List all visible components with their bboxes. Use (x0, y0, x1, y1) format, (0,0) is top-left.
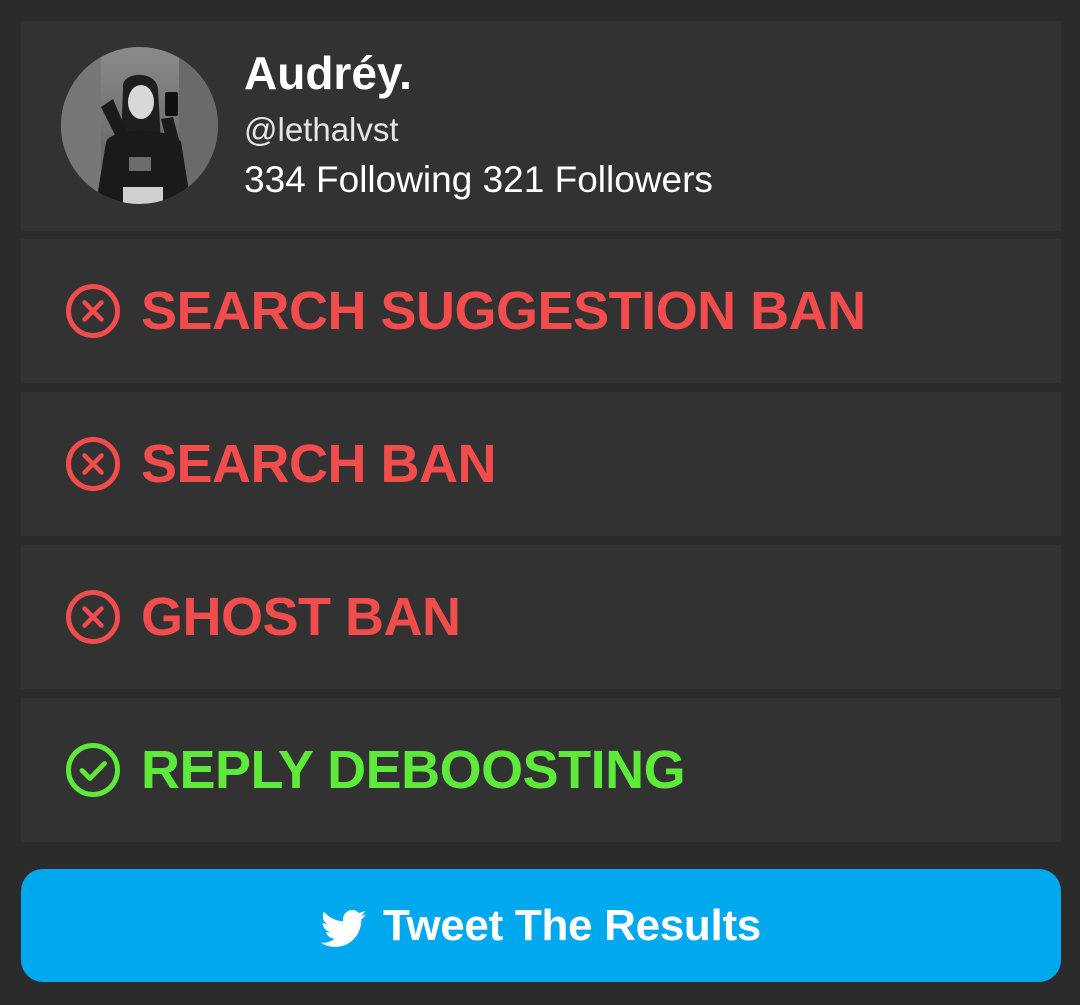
profile-card: Audréy. @lethalvst 334 Following 321 Fol… (21, 21, 1061, 231)
check-row-search-suggestion-ban: SEARCH SUGGESTION BAN (21, 239, 1061, 383)
tweet-results-label: Tweet The Results (383, 900, 761, 950)
avatar (61, 47, 218, 204)
check-label: SEARCH SUGGESTION BAN (141, 281, 866, 341)
check-circle-icon (65, 742, 121, 798)
check-row-search-ban: SEARCH BAN (21, 392, 1061, 536)
check-label: GHOST BAN (141, 587, 461, 647)
x-circle-icon (65, 283, 121, 339)
check-row-reply-deboosting: REPLY DEBOOSTING (21, 698, 1061, 842)
x-circle-icon (65, 589, 121, 645)
user-handle: @lethalvst (244, 111, 399, 148)
check-row-ghost-ban: GHOST BAN (21, 545, 1061, 689)
tweet-results-button[interactable]: Tweet The Results (21, 869, 1061, 982)
check-label: SEARCH BAN (141, 434, 497, 494)
follow-stats: 334 Following 321 Followers (244, 159, 713, 200)
display-name: Audréy. (244, 47, 412, 99)
check-label: REPLY DEBOOSTING (141, 740, 686, 800)
x-circle-icon (65, 436, 121, 492)
shadowban-results-page: Audréy. @lethalvst 334 Following 321 Fol… (0, 0, 1080, 1005)
twitter-bird-icon (321, 909, 367, 949)
